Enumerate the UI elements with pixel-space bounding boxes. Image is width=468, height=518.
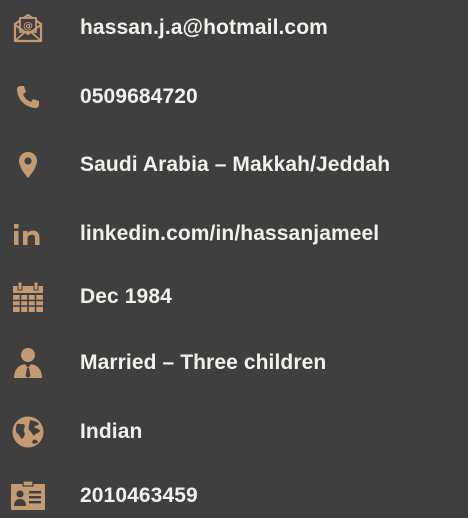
envelope-at-icon: @	[0, 6, 56, 50]
nationality-text: Indian	[80, 420, 143, 443]
calendar-icon	[0, 275, 56, 319]
location-text: Saudi Arabia – Makkah/Jeddah	[80, 153, 391, 176]
contact-row-nationality: Indian	[0, 410, 468, 454]
marital-status-text: Married – Three children	[80, 351, 327, 374]
person-tie-icon	[0, 341, 56, 385]
phone-text[interactable]: 0509684720	[80, 85, 198, 109]
contact-row-marital-status: Married – Three children	[0, 341, 468, 385]
linkedin-text[interactable]: linkedin.com/in/hassanjameel	[80, 222, 379, 246]
birthdate-text: Dec 1984	[80, 285, 172, 308]
svg-text:@: @	[23, 21, 33, 32]
contact-row-phone: 0509684720	[0, 75, 468, 119]
contact-row-email: @ hassan.j.a@hotmail.com	[0, 6, 468, 50]
email-text[interactable]: hassan.j.a@hotmail.com	[80, 16, 328, 40]
id-card-icon	[0, 474, 56, 518]
contact-info-panel: { "accent_color": "#c49a72", "background…	[0, 0, 468, 510]
contact-row-birthdate: Dec 1984	[0, 275, 468, 319]
linkedin-icon	[0, 212, 56, 256]
contact-row-linkedin: linkedin.com/in/hassanjameel	[0, 212, 468, 256]
contact-row-location: Saudi Arabia – Makkah/Jeddah	[0, 143, 468, 187]
contact-row-id-number: 2010463459	[0, 474, 468, 518]
phone-icon	[0, 75, 56, 119]
location-pin-icon	[0, 143, 56, 187]
id-number-text: 2010463459	[80, 484, 198, 507]
globe-icon	[0, 410, 56, 454]
